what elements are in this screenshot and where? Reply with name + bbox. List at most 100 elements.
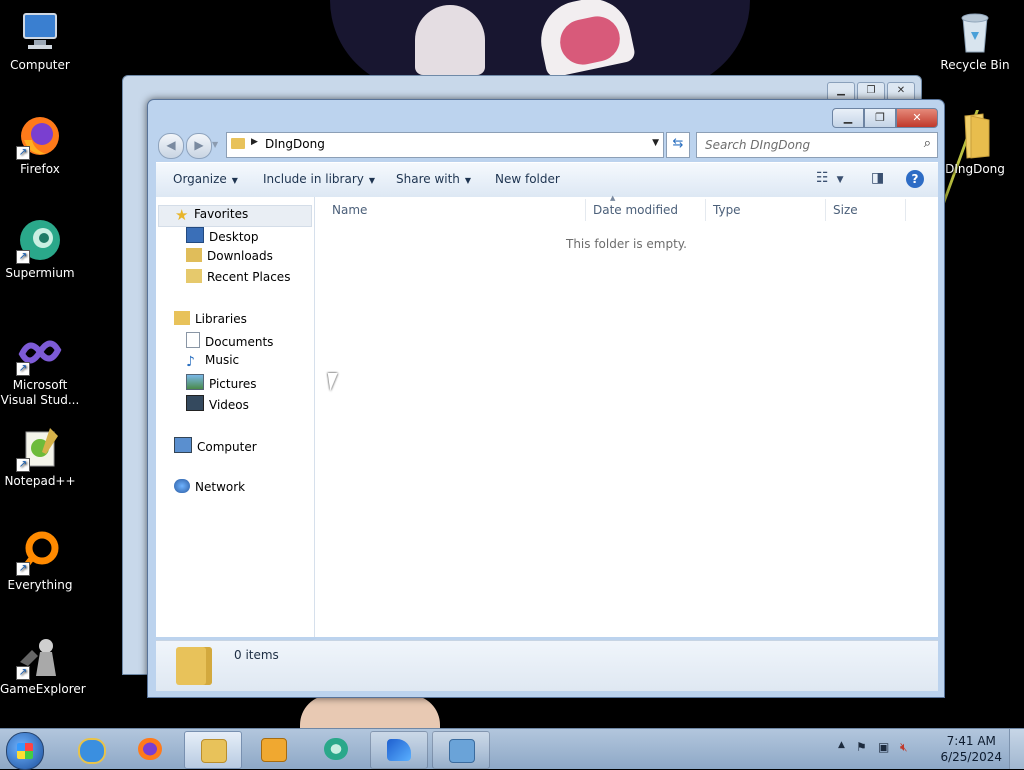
volume-muted-icon[interactable]: 🔇︎ [900, 740, 908, 755]
supermium-icon: ↗ [16, 216, 64, 264]
taskbar-internet-explorer[interactable] [62, 731, 118, 767]
desktop-icon-recycle-bin[interactable]: Recycle Bin [935, 8, 1015, 73]
preview-pane-button[interactable]: ◨ [871, 170, 884, 186]
show-hidden-icons-icon[interactable]: ▲ [838, 740, 845, 750]
nav-desktop[interactable]: Desktop [186, 227, 259, 247]
nav-music[interactable]: ♪ Music [186, 353, 239, 373]
search-icon[interactable]: ⌕ [924, 136, 931, 151]
column-header-name[interactable]: Name [332, 203, 367, 217]
maximize-button[interactable]: ❐ [864, 108, 896, 128]
column-header-date-modified[interactable]: Date modified [593, 203, 678, 217]
column-header-type[interactable]: Type [713, 203, 741, 217]
address-dropdown-icon[interactable]: ▼ [652, 138, 659, 148]
desktop-icon-computer[interactable]: Computer [0, 8, 80, 73]
folder-icon [231, 138, 245, 149]
desktop-icon-supermium[interactable]: ↗ Supermium [0, 216, 80, 281]
explorer-window[interactable]: ▁ ❐ ✕ ◀ ▶ ▼ ▶ DIngDong ▼ ⇆ ⌕ Organize ▼ I… [147, 99, 945, 698]
file-explorer-icon [201, 739, 227, 763]
desktop-icon-firefox[interactable]: ↗ Firefox [0, 112, 80, 177]
file-list[interactable]: Name ▲ Date modified Type Size This fold… [315, 194, 938, 637]
include-in-library-button[interactable]: Include in library ▼ [263, 172, 375, 186]
breadcrumb-chevron-icon[interactable]: ▶ [251, 137, 258, 147]
documents-icon [186, 332, 200, 348]
desktop-icon-label: Everything [7, 578, 73, 592]
command-bar: Organize ▼ Include in library ▼ Share with… [156, 162, 938, 198]
nav-computer[interactable]: Computer [174, 437, 257, 457]
taskbar-supermium[interactable] [308, 731, 364, 767]
nav-label: Videos [209, 398, 249, 412]
nav-label: Computer [197, 440, 257, 454]
internet-explorer-icon [78, 738, 106, 764]
forward-button[interactable]: ▶ [186, 133, 212, 159]
nav-label: Recent Places [207, 270, 291, 284]
search-input[interactable] [703, 137, 907, 153]
system-tray: ▲ ⚑ ▣ 🔇︎ 7:41 AM 6/25/2024 [834, 729, 1024, 769]
address-row: ◀ ▶ ▼ ▶ DIngDong ▼ ⇆ ⌕ [156, 132, 938, 159]
nav-recent-places[interactable]: Recent Places [186, 269, 290, 289]
share-with-label: Share with [396, 172, 460, 186]
desktop-icon-notepadpp[interactable]: ↗ Notepad++ [0, 424, 80, 489]
column-header-size[interactable]: Size [833, 203, 858, 217]
change-view-button[interactable]: ☷ ▼ [816, 170, 843, 186]
column-divider[interactable] [905, 199, 906, 221]
breadcrumb-dingdong[interactable]: DIngDong [265, 137, 325, 151]
share-with-button[interactable]: Share with ▼ [396, 172, 471, 186]
address-bar[interactable]: ▶ DIngDong ▼ [226, 132, 664, 158]
nav-videos[interactable]: Videos [186, 395, 249, 415]
firefox-icon [138, 738, 162, 760]
nav-documents[interactable]: Documents [186, 332, 273, 352]
nav-pictures[interactable]: Pictures [186, 374, 257, 394]
desktop-icon-visual-studio[interactable]: ↗ Microsoft Visual Stud... [0, 328, 80, 408]
column-divider[interactable] [825, 199, 826, 221]
chevron-down-icon: ▼ [464, 176, 472, 185]
nav-favorites[interactable]: ★ Favorites [158, 205, 312, 227]
organize-button[interactable]: Organize ▼ [173, 172, 238, 186]
app-icon [387, 739, 411, 761]
minimize-button[interactable]: ▁ [832, 108, 864, 128]
column-divider[interactable] [705, 199, 706, 221]
close-icon: ✕ [912, 111, 922, 124]
close-button[interactable]: ✕ [896, 108, 938, 128]
chevron-down-icon: ▼ [836, 175, 844, 185]
clock[interactable]: 7:41 AM 6/25/2024 [940, 733, 1002, 765]
search-box[interactable]: ⌕ [696, 132, 938, 158]
nav-label: Network [195, 480, 246, 494]
nav-network[interactable]: Network [174, 479, 245, 499]
refresh-button[interactable]: ⇆ [666, 132, 690, 158]
network-status-icon[interactable]: ▣ [878, 740, 889, 754]
navigation-pane[interactable]: ★ Favorites Desktop Downloads Recent Plac… [156, 197, 315, 637]
column-divider[interactable] [585, 199, 586, 221]
nav-label: Favorites [194, 207, 249, 221]
nav-downloads[interactable]: Downloads [186, 248, 273, 268]
shortcut-arrow-icon: ↗ [16, 250, 30, 264]
taskbar-control-panel[interactable] [432, 731, 490, 769]
refresh-icon: ⇆ [672, 136, 684, 151]
folder-icon [176, 647, 212, 685]
nav-libraries[interactable]: Libraries [174, 311, 247, 331]
view-list-icon: ☷ [816, 170, 829, 186]
taskbar-firefox[interactable] [122, 731, 178, 767]
desktop-icon-everything[interactable]: ↗ Everything [0, 528, 80, 593]
organize-label: Organize [173, 172, 227, 186]
everything-icon: ↗ [16, 528, 64, 576]
taskbar-file-explorer[interactable] [184, 731, 242, 769]
show-desktop-button[interactable] [1009, 729, 1024, 769]
recent-pages-dropdown-icon[interactable]: ▼ [212, 140, 218, 149]
desktop-icon-label: Microsoft Visual Stud... [0, 378, 80, 407]
shortcut-arrow-icon: ↗ [16, 146, 30, 160]
videos-icon [186, 395, 204, 411]
back-button[interactable]: ◀ [158, 133, 184, 159]
taskbar-media-player[interactable] [245, 731, 301, 767]
preview-pane-icon: ◨ [871, 170, 885, 186]
desktop-icon-gameexplorer[interactable]: ↗ GameExplorer [0, 632, 86, 697]
pictures-icon [186, 374, 204, 390]
supermium-icon [324, 738, 348, 760]
help-button[interactable]: ? [906, 170, 924, 188]
desktop-icon-dingdong[interactable]: DIngDong [935, 112, 1015, 177]
taskbar-app[interactable] [370, 731, 428, 769]
action-center-flag-icon[interactable]: ⚑ [856, 740, 867, 754]
new-folder-button[interactable]: New folder [495, 172, 560, 186]
start-button[interactable] [6, 732, 44, 770]
gameexplorer-icon: ↗ [16, 632, 64, 680]
desktop-icon-label: Computer [10, 58, 70, 72]
